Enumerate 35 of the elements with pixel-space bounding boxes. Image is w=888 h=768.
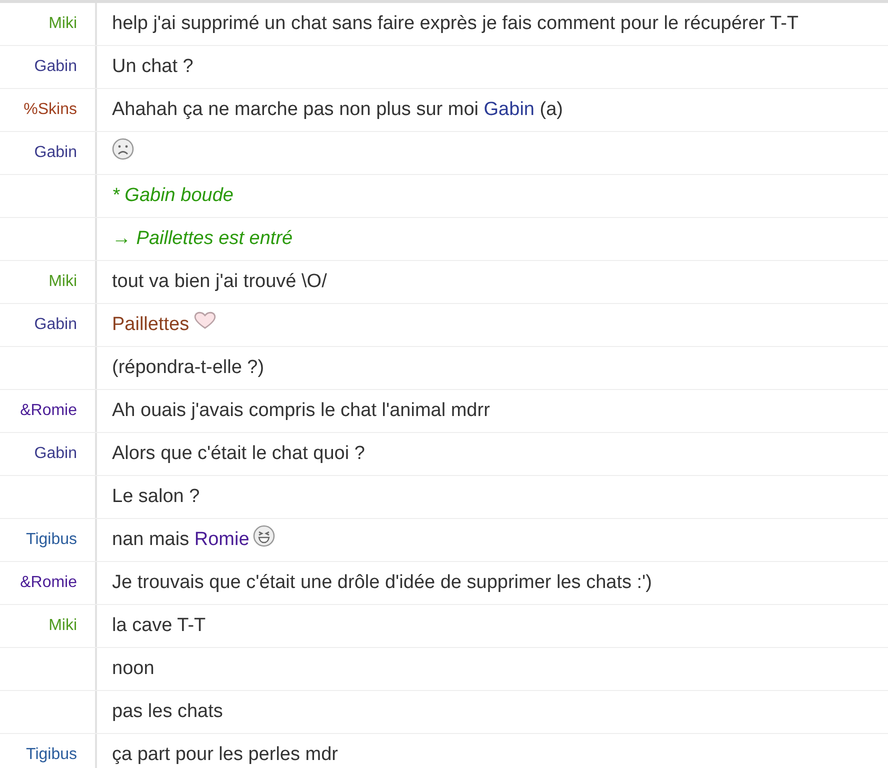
message-text: noon <box>112 657 154 681</box>
nick-name: Gabin <box>34 144 77 161</box>
nick-name: Gabin <box>34 58 77 75</box>
nick-name: Gabin <box>34 316 77 333</box>
message-text: → Paillettes est entré <box>112 227 293 251</box>
message-text: help j'ai supprimé un chat sans faire exprès je fais comment pour le récupérer T-T <box>112 12 799 36</box>
nick-name: &Romie <box>20 574 77 591</box>
nick-name: Tigibus <box>26 746 77 763</box>
message-text: Le salon ? <box>112 485 200 509</box>
nick-mention: Paillettes <box>112 313 190 337</box>
message-text: (a) <box>538 98 563 122</box>
sad-face-icon <box>112 138 134 160</box>
message-text: (répondra-t-elle ?) <box>112 356 264 380</box>
message-text: Un chat ? <box>112 55 194 79</box>
message-text: nan mais <box>112 528 190 552</box>
message-text: * Gabin boude <box>112 184 234 208</box>
grinning-face-icon <box>253 525 276 547</box>
nick-mention: Romie <box>194 528 250 552</box>
nick-name: Miki <box>48 617 77 634</box>
message-text: Ah ouais j'avais compris le chat l'animal mdrr <box>112 399 490 423</box>
nick-name: %Skins <box>24 101 77 118</box>
nick-name: &Romie <box>20 402 77 419</box>
nick-name: Miki <box>48 15 77 32</box>
message-text: Ahahah ça ne marche pas non plus sur moi <box>112 98 480 122</box>
message-text: Je trouvais que c'était une drôle d'idée de supprimer les chats :') <box>112 571 652 595</box>
nick-mention: Gabin <box>484 98 534 122</box>
message-text: tout va bien j'ai trouvé \O/ <box>112 270 327 294</box>
message-text: ça part pour les perles mdr <box>112 743 338 767</box>
message-text: pas les chats <box>112 700 223 724</box>
nick-name: Tigibus <box>26 531 77 548</box>
heart-icon <box>193 310 218 330</box>
nick-name: Miki <box>48 273 77 290</box>
nick-name: Gabin <box>34 445 77 462</box>
message-text: la cave T-T <box>112 614 206 638</box>
message-text: Alors que c'était le chat quoi ? <box>112 442 365 466</box>
